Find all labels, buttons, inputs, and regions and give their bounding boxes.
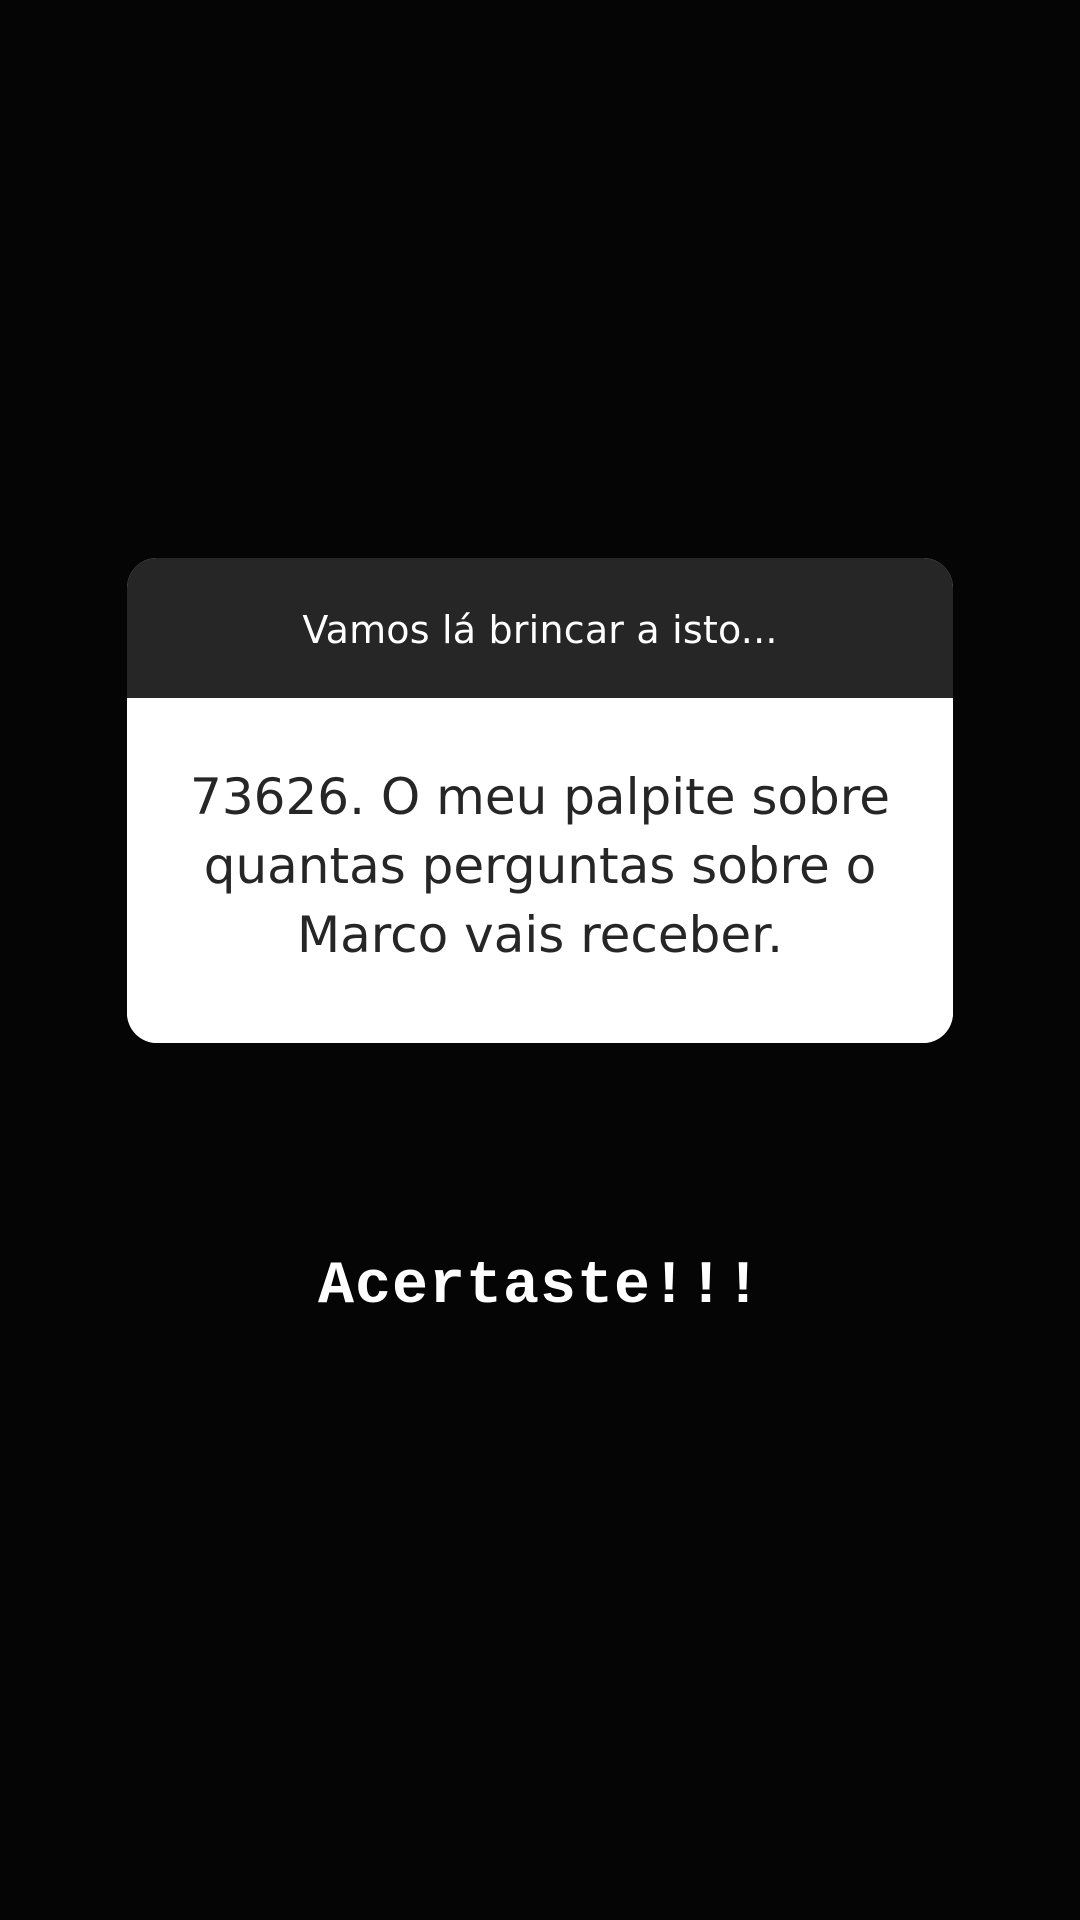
story-canvas: Vamos lá brincar a isto... 73626. O meu … [0,0,1080,1920]
question-answer-text: 73626. O meu palpite sobre quantas pergu… [190,768,890,964]
question-sticker-card[interactable]: Vamos lá brincar a isto... 73626. O meu … [127,558,953,1043]
story-reply-text: Acertaste!!! [317,1253,763,1321]
question-sticker-header: Vamos lá brincar a isto... [127,558,953,698]
question-sticker-body: 73626. O meu palpite sobre quantas pergu… [127,698,953,1043]
question-prompt: Vamos lá brincar a isto... [302,608,778,652]
